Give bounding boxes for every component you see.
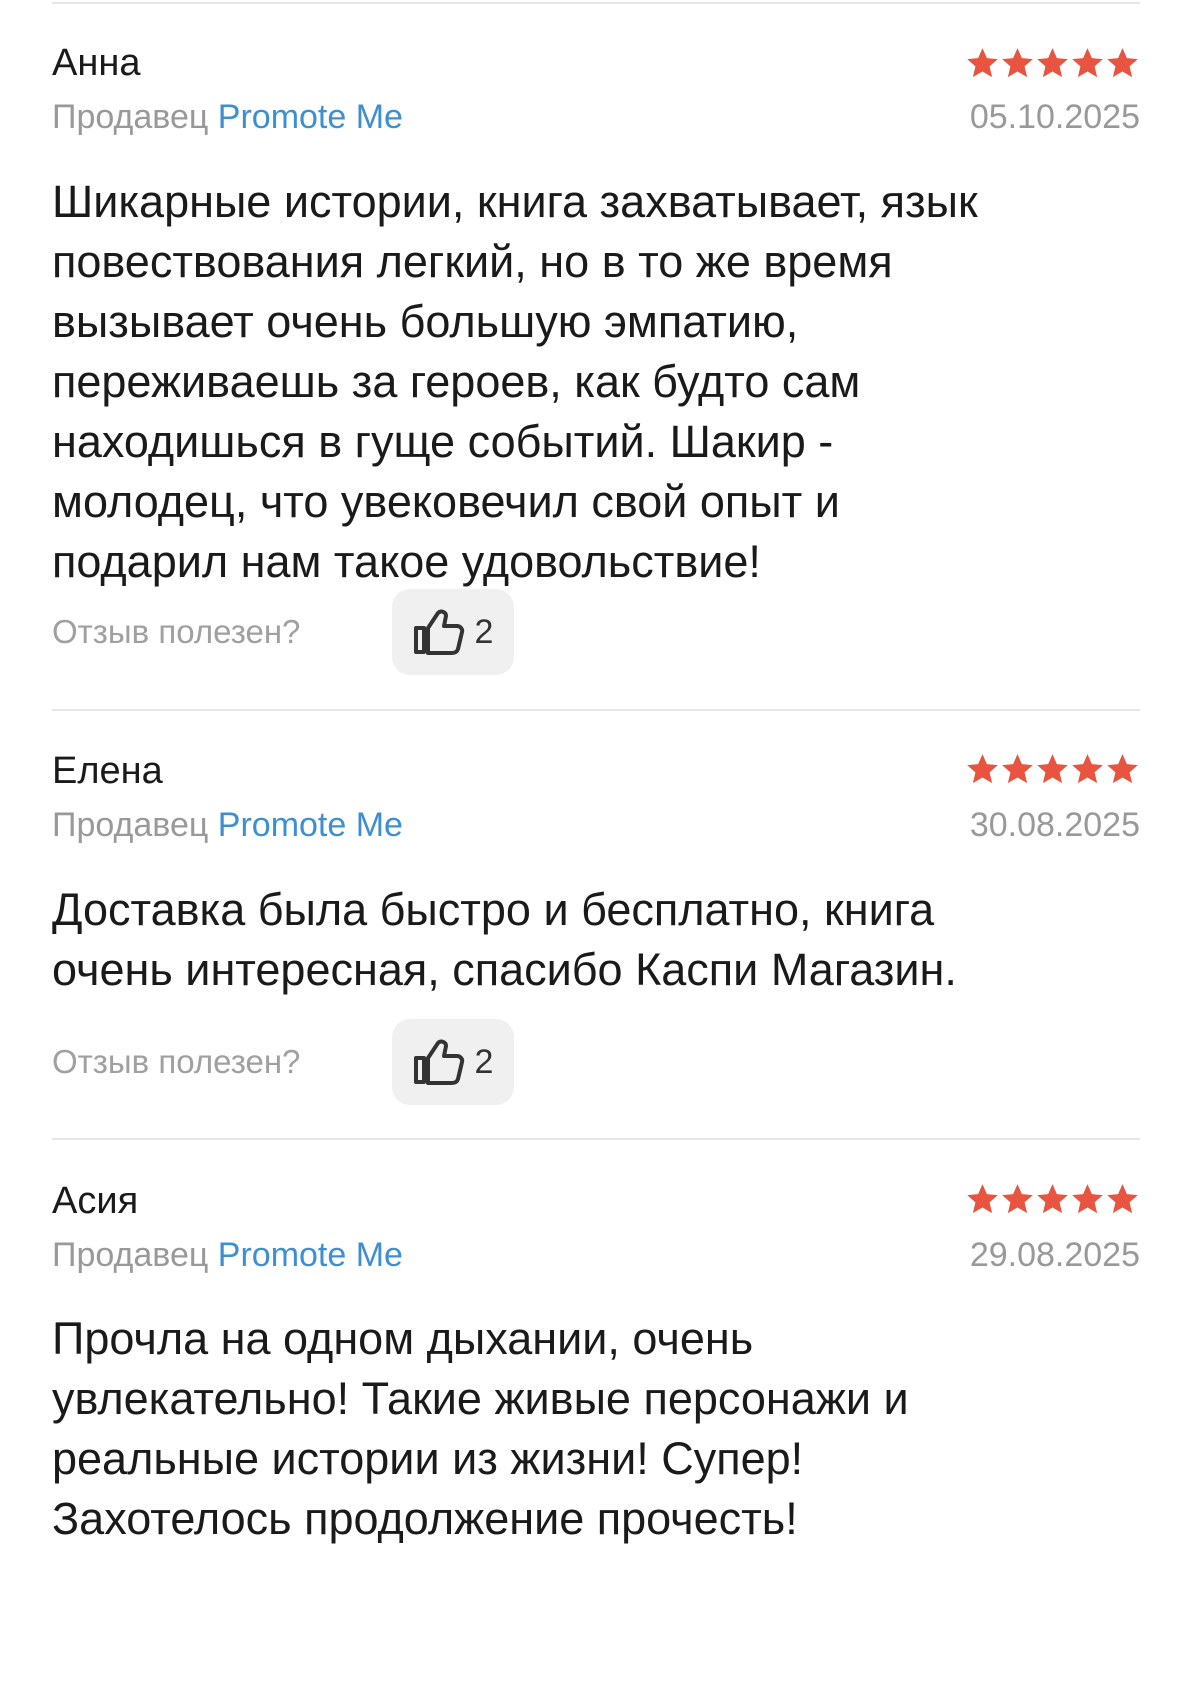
rating-stars <box>965 1182 1140 1216</box>
star-icon <box>1105 1182 1140 1216</box>
review-date: 05.10.2025 <box>969 98 1140 136</box>
helpful-label: Отзыв полезен? <box>52 1043 301 1080</box>
seller-link[interactable]: Promote Me <box>218 1236 403 1274</box>
seller-prefix: Продавец <box>52 1236 209 1274</box>
star-icon <box>965 1182 1000 1216</box>
review-text-line: Шикарные истории, книга захватывает, язы… <box>52 176 978 227</box>
review-text-line: переживаешь за героев, как будто сам <box>52 356 861 407</box>
review-author: Анна <box>52 42 141 84</box>
star-icon <box>1000 46 1035 80</box>
seller-link[interactable]: Promote Me <box>218 806 403 844</box>
review-item: Асия Продавец Promote Me 29.08.2025 Проч… <box>52 1138 1140 1693</box>
rating-stars <box>965 46 1140 80</box>
star-icon <box>965 752 1000 786</box>
review-author: Елена <box>52 750 163 792</box>
star-icon <box>1035 752 1070 786</box>
review-text-line: Захотелось продолжение прочесть! <box>52 1493 798 1544</box>
review-text-line: подарил нам такое удовольствие! <box>52 536 761 587</box>
star-icon <box>1035 46 1070 80</box>
review-item: Анна Продавец Promote Me 05.10.2025 Шика… <box>52 0 1140 700</box>
star-icon <box>1000 752 1035 786</box>
thumbs-up-icon <box>413 1039 464 1085</box>
thumbs-up-icon <box>413 609 464 655</box>
helpful-like-button[interactable]: 2 <box>392 1019 514 1105</box>
review-text-line: увлекательно! Такие живые персонажи и <box>52 1373 909 1424</box>
star-icon <box>965 46 1000 80</box>
star-icon <box>1070 1182 1105 1216</box>
star-icon <box>1105 46 1140 80</box>
review-author: Асия <box>52 1180 139 1222</box>
review-text-line: очень интересная, спасибо Каспи Магазин. <box>52 944 957 995</box>
seller-info: Продавец Promote Me <box>52 100 403 134</box>
rating-stars <box>965 752 1140 786</box>
seller-link[interactable]: Promote Me <box>218 98 403 136</box>
seller-prefix: Продавец <box>52 806 209 844</box>
star-icon <box>1035 1182 1070 1216</box>
review-text: Шикарные истории, книга захватывает, язы… <box>52 172 1142 592</box>
star-icon <box>1105 752 1140 786</box>
seller-info: Продавец Promote Me <box>52 808 403 842</box>
review-text: Прочла на одном дыхании, очень увлекател… <box>52 1309 1142 1549</box>
like-count: 2 <box>474 1043 494 1081</box>
review-item: Елена Продавец Promote Me 30.08.2025 Дос… <box>52 708 1140 1138</box>
review-date: 30.08.2025 <box>969 806 1140 844</box>
star-icon <box>1070 752 1105 786</box>
review-text: Доставка была быстро и бесплатно, книга … <box>52 880 1142 1000</box>
review-text-line: вызывает очень большую эмпатию, <box>52 296 799 347</box>
like-count: 2 <box>474 613 494 651</box>
helpful-label: Отзыв полезен? <box>52 613 301 650</box>
star-icon <box>1070 46 1105 80</box>
review-text-line: Доставка была быстро и бесплатно, книга <box>52 884 935 935</box>
seller-info: Продавец Promote Me <box>52 1238 403 1272</box>
review-date: 29.08.2025 <box>969 1236 1140 1274</box>
helpful-like-button[interactable]: 2 <box>392 589 514 675</box>
seller-prefix: Продавец <box>52 98 209 136</box>
review-text-line: реальные истории из жизни! Супер! <box>52 1433 804 1484</box>
review-text-line: повествования легкий, но в то же время <box>52 236 893 287</box>
review-text-line: молодец, что увековечил свой опыт и <box>52 476 840 527</box>
review-text-line: находишься в гуще событий. Шакир - <box>52 416 834 467</box>
star-icon <box>1000 1182 1035 1216</box>
review-text-line: Прочла на одном дыхании, очень <box>52 1313 754 1364</box>
